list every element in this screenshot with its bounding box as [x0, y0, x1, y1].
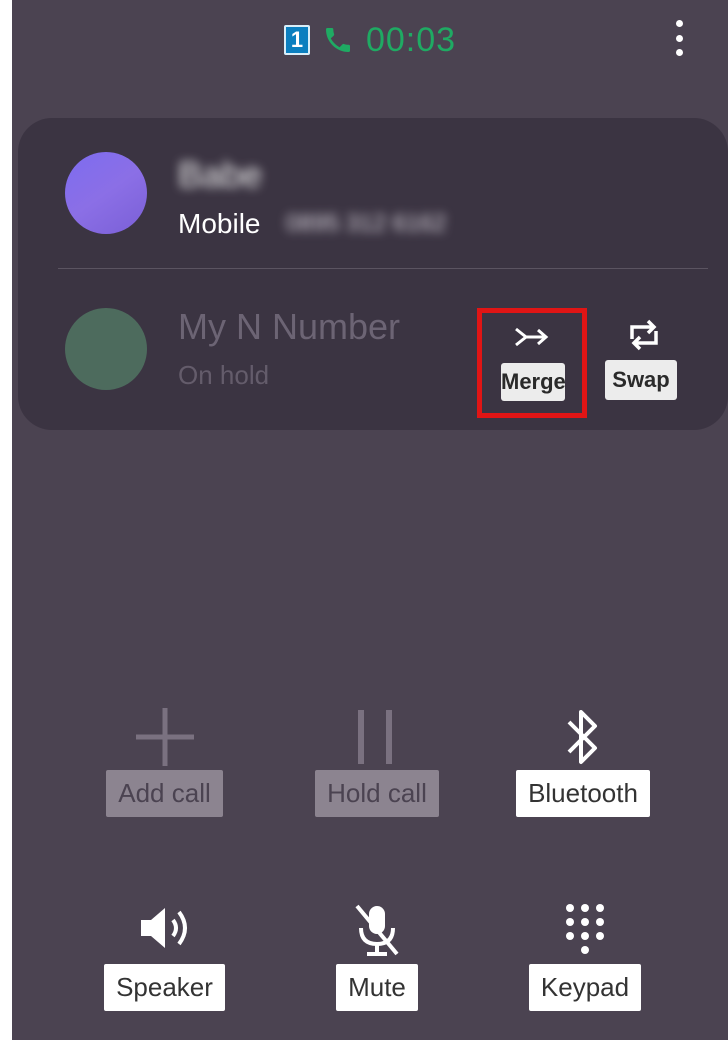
- speaker-icon: [102, 900, 227, 964]
- held-call-status: On hold: [178, 360, 270, 390]
- call-timer: 00:03: [365, 20, 457, 59]
- bluetooth-button[interactable]: Bluetooth: [508, 706, 658, 817]
- hold-call-label: Hold call: [315, 770, 439, 817]
- plus-icon: [102, 706, 227, 770]
- phone-icon: [322, 24, 354, 56]
- pause-icon: [302, 706, 452, 770]
- speaker-label: Speaker: [104, 964, 225, 1011]
- add-call-button[interactable]: Add call: [102, 706, 227, 817]
- mute-button[interactable]: Mute: [322, 900, 432, 1011]
- hold-call-button[interactable]: Hold call: [302, 706, 452, 817]
- call-status-bar: 1 00:03: [12, 18, 728, 62]
- active-caller-number: 0895 312 6162: [286, 210, 447, 237]
- swap-icon: [624, 317, 664, 358]
- add-call-label: Add call: [106, 770, 223, 817]
- bluetooth-icon: [508, 706, 658, 770]
- bluetooth-label: Bluetooth: [516, 770, 650, 817]
- speaker-button[interactable]: Speaker: [102, 900, 227, 1011]
- keypad-button[interactable]: Keypad: [520, 900, 650, 1011]
- keypad-label: Keypad: [528, 964, 642, 1011]
- avatar-active-caller: [65, 152, 147, 234]
- mute-label: Mute: [336, 964, 418, 1011]
- calls-card: Babe Mobile 0895 312 6162 My N Number On…: [18, 118, 728, 430]
- merge-label: Merge: [501, 363, 566, 401]
- merge-button[interactable]: Merge: [477, 308, 587, 418]
- active-caller-label: Mobile: [178, 208, 261, 239]
- held-caller-name: My N Number: [178, 306, 401, 347]
- active-caller-name: Babe: [178, 154, 263, 195]
- swap-label: Swap: [605, 360, 677, 400]
- divider: [58, 268, 708, 269]
- more-vert-icon[interactable]: [674, 20, 684, 56]
- avatar-held-caller: [65, 308, 147, 390]
- call-screen: 1 00:03 Babe Mobile 0895 312 6162 My N N…: [12, 0, 728, 1040]
- mic-off-icon: [322, 900, 432, 964]
- sim-slot-badge: 1: [283, 25, 310, 55]
- swap-button[interactable]: Swap: [602, 313, 692, 413]
- merge-icon: [512, 323, 552, 356]
- keypad-icon: [520, 900, 650, 964]
